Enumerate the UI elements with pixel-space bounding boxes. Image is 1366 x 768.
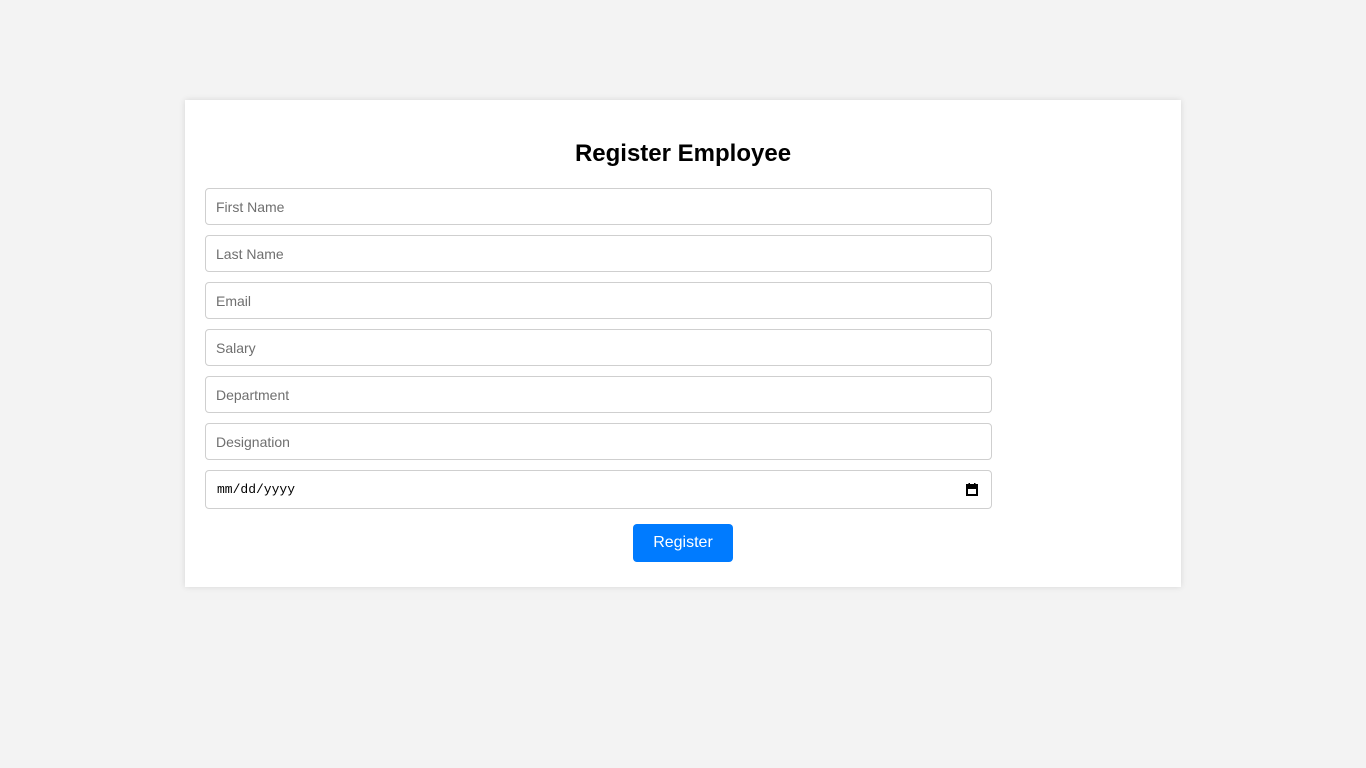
register-employee-card: Register Employee mm/dd/yyyy Register [185, 100, 1181, 587]
form-title: Register Employee [574, 140, 792, 167]
email-input[interactable] [205, 282, 992, 319]
designation-input[interactable] [205, 423, 992, 460]
date-placeholder: mm/dd/yyyy [217, 482, 296, 497]
last-name-input[interactable] [205, 235, 992, 272]
calendar-icon[interactable] [966, 483, 978, 496]
register-button[interactable]: Register [633, 524, 733, 562]
salary-input[interactable] [205, 329, 992, 366]
first-name-input[interactable] [205, 188, 992, 225]
date-input[interactable]: mm/dd/yyyy [205, 470, 992, 509]
department-input[interactable] [205, 376, 992, 413]
